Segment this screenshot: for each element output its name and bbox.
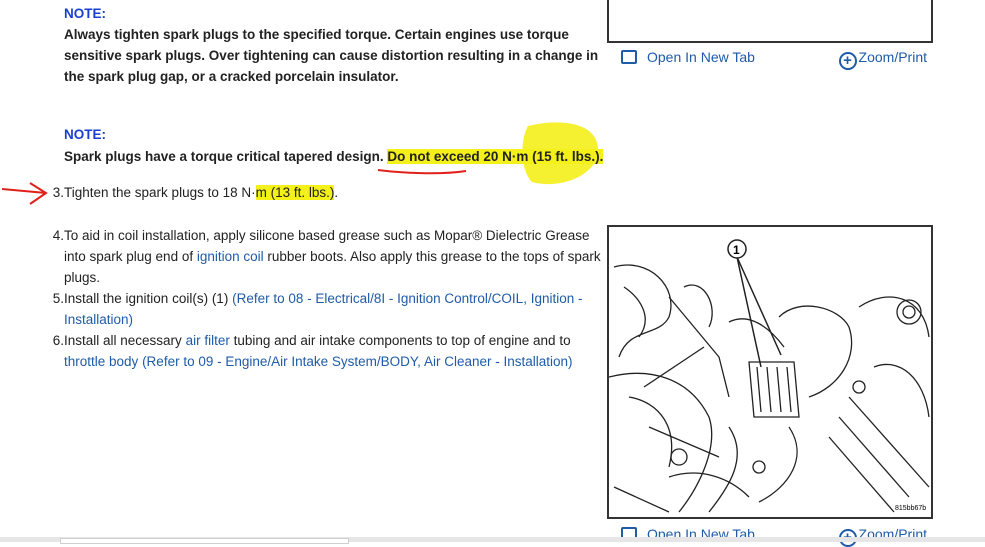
scrollbar-thumb[interactable] [60,538,349,544]
note-text-overlay: Spark plugs have a torque critical taper… [387,149,604,164]
figure-toolbar: Open In New Tab +Zoom/Print [607,522,933,547]
annotation-arrow-icon [1,182,48,205]
figure-callout-number: 1 [733,243,740,257]
engine-figure-frame: 1 815bb67b [607,225,933,519]
figure-code: 815bb67b [895,505,926,512]
annotation-underline [377,169,467,175]
engine-illustration: 1 815bb67b [608,227,931,517]
